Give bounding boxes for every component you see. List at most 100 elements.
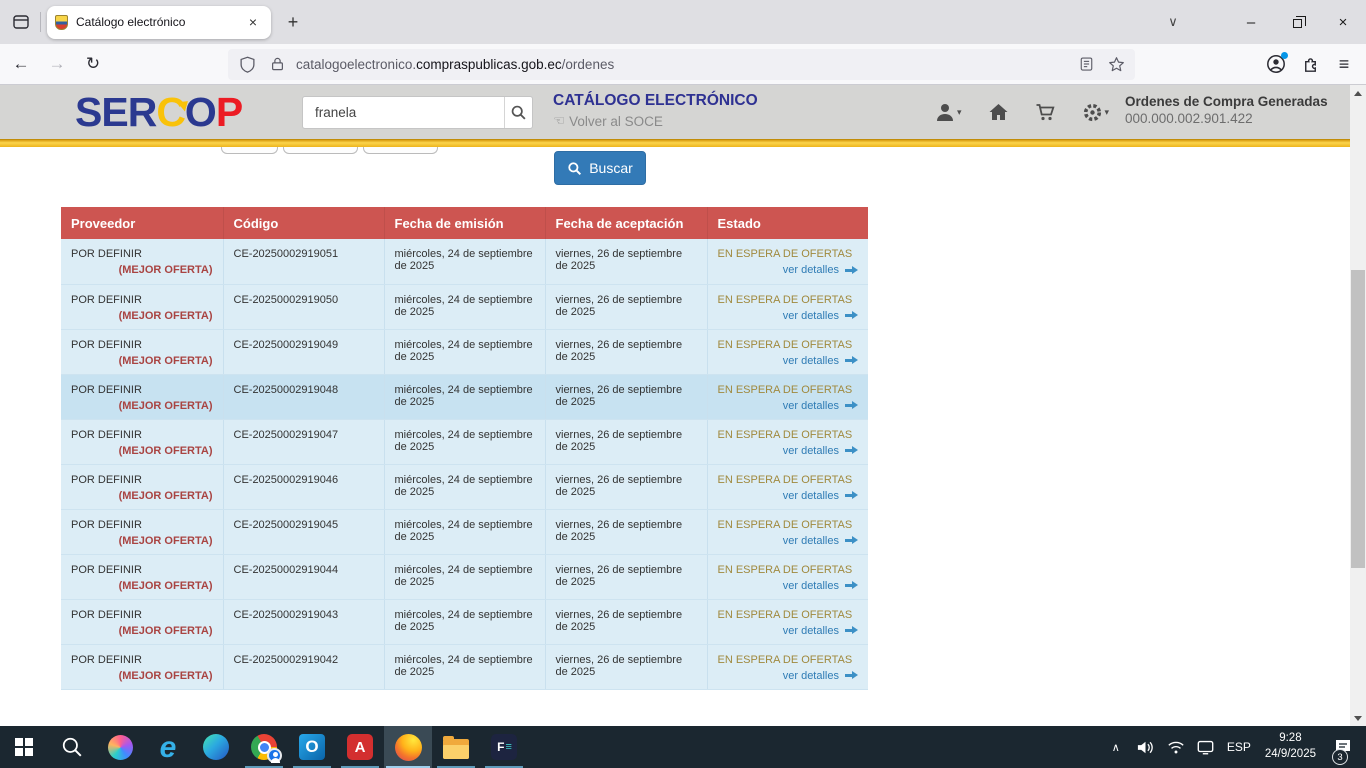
table-row[interactable]: POR DEFINIR(MEJOR OFERTA) CE-20250002919…	[61, 419, 868, 464]
edge-button[interactable]	[192, 726, 240, 768]
cut-off-button[interactable]	[283, 147, 358, 154]
table-row[interactable]: POR DEFINIR(MEJOR OFERTA) CE-20250002919…	[61, 239, 868, 284]
account-button[interactable]	[1262, 50, 1290, 78]
clock[interactable]: 9:28 24/9/2025	[1259, 731, 1322, 762]
page-scrollbar[interactable]	[1350, 85, 1366, 726]
home-button[interactable]	[988, 102, 1009, 122]
estado-cell: EN ESPERA DE OFERTAS ver detalles	[707, 554, 868, 599]
language-indicator[interactable]: ESP	[1223, 726, 1255, 768]
ver-detalles-link[interactable]: ver detalles	[783, 625, 839, 637]
site-favicon-icon	[55, 15, 68, 30]
arrow-right-icon	[845, 359, 853, 362]
account-notification-dot	[1281, 52, 1288, 59]
fecha-emision-cell: miércoles, 24 de septiembre de 2025	[384, 284, 545, 329]
url-bar[interactable]: catalogoelectronico.compraspublicas.gob.…	[228, 49, 1135, 80]
menu-button[interactable]: ≡	[1330, 54, 1358, 75]
table-row[interactable]: POR DEFINIR(MEJOR OFERTA) CE-20250002919…	[61, 554, 868, 599]
scrollbar-thumb[interactable]	[1351, 270, 1365, 568]
ver-detalles-link[interactable]: ver detalles	[783, 490, 839, 502]
new-tab-button[interactable]: +	[279, 8, 307, 36]
catalog-search-button[interactable]	[504, 97, 532, 128]
mejor-oferta-label: (MEJOR OFERTA)	[71, 400, 213, 412]
outlook-icon: O	[299, 734, 325, 760]
cut-off-button[interactable]	[221, 147, 278, 154]
internet-explorer-button[interactable]: e	[144, 726, 192, 768]
shield-icon[interactable]	[236, 53, 258, 75]
estado-cell: EN ESPERA DE OFERTAS ver detalles	[707, 419, 868, 464]
proveedor-value: POR DEFINIR	[71, 654, 142, 666]
proveedor-cell: POR DEFINIR(MEJOR OFERTA)	[61, 284, 223, 329]
firefox-button[interactable]	[384, 726, 432, 768]
volume-button[interactable]	[1133, 726, 1159, 768]
ver-detalles-link[interactable]: ver detalles	[783, 670, 839, 682]
estado-cell: EN ESPERA DE OFERTAS ver detalles	[707, 374, 868, 419]
sercop-logo[interactable]: SERCOP	[75, 89, 242, 135]
catalog-search-input[interactable]	[303, 97, 504, 128]
copilot-button[interactable]	[96, 726, 144, 768]
settings-menu-button[interactable]: ▾	[1082, 102, 1110, 123]
firefox-view-button[interactable]	[6, 7, 36, 37]
ver-detalles-link[interactable]: ver detalles	[783, 580, 839, 592]
table-row[interactable]: POR DEFINIR(MEJOR OFERTA) CE-20250002919…	[61, 374, 868, 419]
restore-button[interactable]	[1274, 0, 1320, 44]
ver-detalles-link[interactable]: ver detalles	[783, 264, 839, 276]
table-row[interactable]: POR DEFINIR(MEJOR OFERTA) CE-20250002919…	[61, 284, 868, 329]
table-row[interactable]: POR DEFINIR(MEJOR OFERTA) CE-20250002919…	[61, 509, 868, 554]
extensions-button[interactable]	[1296, 50, 1324, 78]
reader-view-icon[interactable]	[1075, 53, 1097, 75]
table-row[interactable]: POR DEFINIR(MEJOR OFERTA) CE-20250002919…	[61, 329, 868, 374]
user-menu-button[interactable]: ▾	[935, 102, 962, 122]
ver-detalles-link[interactable]: ver detalles	[783, 400, 839, 412]
tab-close-icon[interactable]: ×	[243, 12, 263, 32]
forward-button[interactable]: →	[42, 49, 72, 79]
proveedor-value: POR DEFINIR	[71, 294, 142, 306]
table-row[interactable]: POR DEFINIR(MEJOR OFERTA) CE-20250002919…	[61, 464, 868, 509]
cut-off-button[interactable]	[363, 147, 438, 154]
acrobat-button[interactable]: A	[336, 726, 384, 768]
codigo-cell: CE-20250002919042	[223, 644, 384, 689]
estado-cell: EN ESPERA DE OFERTAS ver detalles	[707, 239, 868, 284]
orders-summary: Ordenes de Compra Generadas 000.000.002.…	[1125, 94, 1340, 126]
ver-detalles-link[interactable]: ver detalles	[783, 355, 839, 367]
browser-tab[interactable]: Catálogo electrónico ×	[47, 6, 271, 39]
ver-detalles-link[interactable]: ver detalles	[783, 535, 839, 547]
f-app-button[interactable]: F≡	[480, 726, 528, 768]
display-connect-button[interactable]	[1193, 726, 1219, 768]
chrome-button[interactable]	[240, 726, 288, 768]
ver-detalles-link[interactable]: ver detalles	[783, 310, 839, 322]
cart-button[interactable]	[1035, 102, 1056, 122]
notification-center-button[interactable]: 3	[1326, 726, 1360, 768]
acrobat-icon: A	[347, 734, 373, 760]
volver-soce-link[interactable]: ☜Volver al SOCE	[553, 113, 758, 129]
list-all-tabs-button[interactable]: ∨	[1158, 7, 1188, 37]
catalog-title-block: CATÁLOGO ELECTRÓNICO ☜Volver al SOCE	[553, 92, 758, 129]
minimize-button[interactable]: –	[1228, 0, 1274, 44]
table-row[interactable]: POR DEFINIR(MEJOR OFERTA) CE-20250002919…	[61, 599, 868, 644]
back-button[interactable]: ←	[6, 49, 36, 79]
header-nav-icons: ▾ ▾	[935, 85, 1135, 139]
scroll-down-button[interactable]	[1350, 710, 1366, 726]
ver-detalles-link[interactable]: ver detalles	[783, 445, 839, 457]
bookmark-star-icon[interactable]	[1105, 53, 1127, 75]
lock-icon[interactable]	[266, 53, 288, 75]
tab-bar: Catálogo electrónico × + ∨ – ×	[0, 0, 1366, 44]
fecha-aceptacion-cell: viernes, 26 de septiembre de 2025	[545, 464, 707, 509]
table-row[interactable]: POR DEFINIR(MEJOR OFERTA) CE-20250002919…	[61, 644, 868, 689]
close-button[interactable]: ×	[1320, 0, 1366, 44]
estado-value: EN ESPERA DE OFERTAS	[718, 609, 859, 621]
clock-date: 24/9/2025	[1265, 747, 1316, 763]
scroll-up-button[interactable]	[1350, 85, 1366, 101]
network-button[interactable]	[1163, 726, 1189, 768]
taskbar-search-button[interactable]	[48, 726, 96, 768]
proveedor-value: POR DEFINIR	[71, 339, 142, 351]
scroll-up-icon	[1354, 91, 1362, 96]
reload-button[interactable]: ↻	[78, 49, 108, 79]
fecha-emision-cell: miércoles, 24 de septiembre de 2025	[384, 329, 545, 374]
start-button[interactable]	[0, 726, 48, 768]
outlook-button[interactable]: O	[288, 726, 336, 768]
catalog-search-box	[302, 96, 533, 129]
buscar-button[interactable]: Buscar	[554, 151, 646, 185]
proveedor-cell: POR DEFINIR(MEJOR OFERTA)	[61, 509, 223, 554]
file-explorer-button[interactable]	[432, 726, 480, 768]
tray-expand-button[interactable]: ∧	[1103, 726, 1129, 768]
